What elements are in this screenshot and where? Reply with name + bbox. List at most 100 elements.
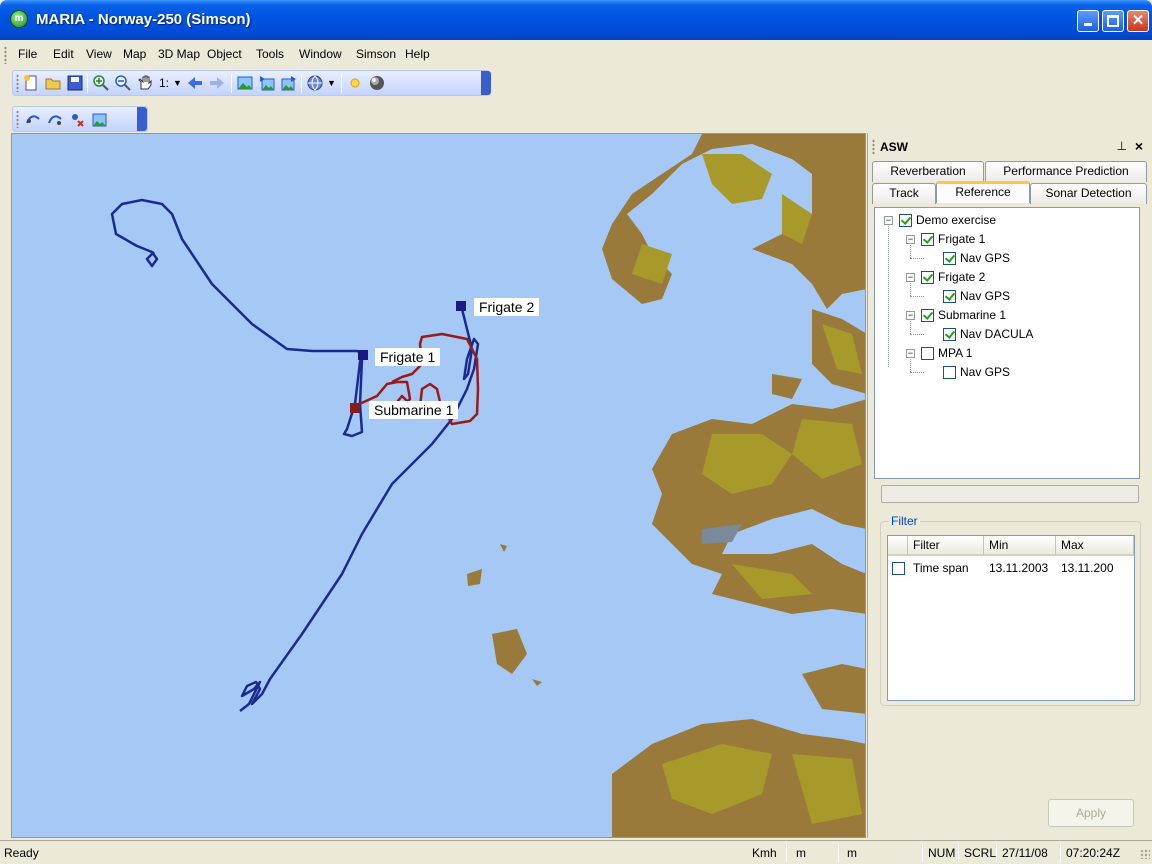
minimize-button[interactable] [1077,10,1099,32]
tree-checkbox[interactable] [943,328,956,341]
frigate-1-marker[interactable] [358,350,368,360]
depth-unit: m [847,846,857,860]
submarine-1-marker[interactable] [350,403,360,413]
frigate-2-marker[interactable] [456,301,466,311]
menu-object[interactable]: Object [207,47,242,61]
tree-checkbox[interactable] [921,233,934,246]
progress-bar [881,485,1139,503]
title-bar[interactable]: m MARIA - Norway-250 (Simson) ✕ [0,0,1152,40]
menu-help[interactable]: Help [405,47,430,61]
collapse-icon[interactable]: − [906,235,915,244]
tree-checkbox[interactable] [921,271,934,284]
tree-item-nav-gps[interactable]: Nav GPS [875,250,1135,268]
collapse-icon[interactable]: − [906,273,915,282]
menu-window[interactable]: Window [299,47,342,61]
tree-item-nav-gps[interactable]: Nav GPS [875,288,1135,306]
tree-item-mpa-1[interactable]: − MPA 1 [875,345,1135,363]
toolbar-overflow-icon[interactable] [137,107,147,131]
tree-checkbox[interactable] [921,309,934,322]
pin-icon[interactable]: ⊥ [1117,139,1127,153]
tab-sonar-detection[interactable]: Sonar Detection [1030,183,1147,204]
zoom-out-icon[interactable] [115,75,131,91]
menu-simson[interactable]: Simson [356,47,396,61]
panel-grip[interactable] [872,139,875,155]
panel-title: ASW [880,140,908,154]
globe-dropdown-icon[interactable]: ▼ [327,78,336,88]
collapse-icon[interactable]: − [906,311,915,320]
tree-label: Nav GPS [960,289,1011,303]
track-tool-icon[interactable] [25,111,41,127]
map-canvas[interactable] [12,134,866,838]
tree-checkbox[interactable] [943,252,956,265]
filter-cell-min[interactable]: 13.11.2003 [984,560,1056,578]
tree-item-frigate-1[interactable]: − Frigate 1 [875,231,1135,249]
save-icon[interactable] [67,75,83,91]
apply-button[interactable]: Apply [1048,799,1134,827]
resize-grip-icon[interactable] [1140,849,1150,859]
menu-3d-map[interactable]: 3D Map [158,47,200,61]
tab-track[interactable]: Track [872,183,936,204]
chevron-down-icon[interactable]: ▼ [173,78,182,88]
close-button[interactable]: ✕ [1127,10,1149,32]
filter-cell-name[interactable]: Time span [908,560,984,578]
forward-arrow-icon[interactable] [209,75,225,91]
panel-header[interactable]: ASW ⊥ × [872,137,1149,159]
tab-reverberation[interactable]: Reverberation [872,161,984,182]
column-header-filter[interactable]: Filter [908,536,984,556]
tab-performance-prediction[interactable]: Performance Prediction [985,161,1147,182]
column-header-max[interactable]: Max [1056,536,1134,556]
tree-checkbox[interactable] [899,214,912,227]
track-delete-icon[interactable] [69,111,85,127]
sun-icon[interactable] [347,75,363,91]
filter-legend: Filter [889,514,920,528]
filter-row-checkbox[interactable] [892,562,905,575]
tree-item-nav-gps[interactable]: Nav GPS [875,364,1135,382]
track-edit-icon[interactable] [47,111,63,127]
frigate-1-label: Frigate 1 [375,348,441,366]
map-import-icon[interactable] [259,75,275,91]
tab-reference[interactable]: Reference [936,181,1030,203]
map-export-icon[interactable] [281,75,297,91]
tree-item-demo-exercise[interactable]: − Demo exercise [875,212,1135,230]
tree-checkbox[interactable] [943,366,956,379]
panel-close-icon[interactable]: × [1135,138,1143,154]
toolbar-grip[interactable] [16,74,19,92]
zoom-in-icon[interactable] [93,75,109,91]
menu-file[interactable]: File [18,47,37,61]
open-folder-icon[interactable] [45,75,61,91]
map-layer-icon[interactable] [91,111,107,127]
filter-grid[interactable]: Filter Min Max Time span 13.11.2003 13.1… [887,535,1135,701]
back-arrow-icon[interactable] [187,75,203,91]
column-header-min[interactable]: Min [984,536,1056,556]
reference-tree[interactable]: − Demo exercise − Frigate 1 Nav GPS − Fr… [874,207,1140,479]
tree-label: Frigate 2 [938,270,986,284]
map-view[interactable]: Frigate 2 Frigate 1 Submarine 1 [11,133,866,838]
menu-grip[interactable] [4,46,7,64]
menu-tools[interactable]: Tools [256,47,284,61]
toolbar-overflow-icon[interactable] [481,71,491,95]
maximize-button[interactable] [1102,10,1124,32]
pan-hand-icon[interactable] [137,75,153,91]
toolbar-grip[interactable] [16,110,19,128]
filter-cell-max[interactable]: 13.11.200 [1056,560,1134,578]
map-image-icon[interactable] [237,75,253,91]
status-date: 27/11/08 [1002,846,1048,860]
tree-item-nav-dacula[interactable]: Nav DACULA [875,326,1135,344]
collapse-icon[interactable]: − [884,216,893,225]
tree-checkbox[interactable] [921,347,934,360]
filter-group: Filter Filter Min Max Time span 13.11.20… [880,514,1141,706]
tree-item-submarine-1[interactable]: − Submarine 1 [875,307,1135,325]
menu-view[interactable]: View [86,47,112,61]
tree-label: Demo exercise [916,213,997,227]
tree-checkbox[interactable] [943,290,956,303]
menu-edit[interactable]: Edit [53,47,74,61]
scale-label[interactable]: 1: [159,76,169,90]
tree-item-frigate-2[interactable]: − Frigate 2 [875,269,1135,287]
globe-icon[interactable] [307,75,323,91]
collapse-icon[interactable]: − [906,349,915,358]
menu-map[interactable]: Map [123,47,146,61]
menu-bar: File Edit View Map 3D Map Object Tools W… [0,42,1152,68]
minimize-icon [1084,23,1092,26]
sphere-icon[interactable] [369,75,385,91]
new-icon[interactable] [23,75,39,91]
